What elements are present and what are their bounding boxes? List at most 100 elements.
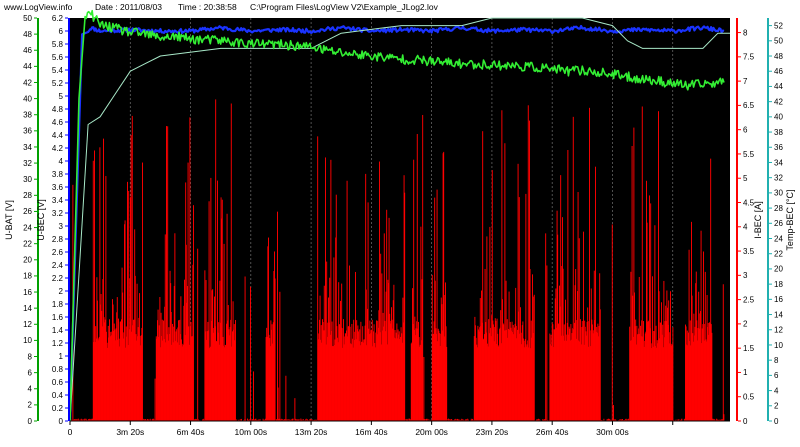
u-bat-tick-label: 46 (23, 46, 32, 55)
time-tick-label: 23m 20s (476, 427, 509, 437)
temp-bec-tick-label: 16 (774, 295, 783, 304)
i-bec-bar (235, 320, 236, 421)
u-bec-tick-label: 3.4 (52, 196, 64, 205)
u-bat-tick-label: 14 (23, 304, 32, 313)
u-bec-tick-label: 0.8 (52, 365, 64, 374)
i-bec-tick-label: 6.5 (743, 101, 755, 110)
u-bec-tick-label: 3 (59, 222, 64, 231)
i-bec-bar (546, 265, 547, 421)
temp-bec-tick-label: 32 (774, 173, 783, 182)
i-bec-tick-label: 7 (743, 77, 748, 86)
u-bec-tick-label: 5.6 (52, 53, 64, 62)
time-tick-label: 10m 00s (235, 427, 268, 437)
temp-bec-tick-label: 8 (774, 356, 779, 365)
temp-bec-tick-label: 52 (774, 21, 783, 30)
u-bat-tick-label: 4 (28, 385, 33, 394)
i-bec-bar (404, 193, 405, 421)
header-site: www.LogView.info (3, 2, 73, 12)
u-bat-tick-label: 20 (23, 256, 32, 265)
temp-bec-tick-label: 12 (774, 326, 783, 335)
u-bec-tick-label: 6.2 (52, 14, 64, 23)
i-bec-bar (142, 163, 143, 421)
i-bec-bar (613, 405, 614, 421)
u-bec-tick-label: 1.4 (52, 326, 64, 335)
temp-bec-tick-label: 22 (774, 250, 783, 259)
header-time: Time : 20:38:58 (178, 2, 237, 12)
u-bat-tick-label: 18 (23, 272, 32, 281)
i-bec-tick-label: 0.5 (743, 393, 755, 402)
u-bec-tick-label: 5.2 (52, 79, 64, 88)
temp-bec-tick-label: 20 (774, 265, 783, 274)
i-bec-bar (723, 414, 724, 421)
temp-bec-tick-label: 18 (774, 280, 783, 289)
i-bec-bar (275, 279, 276, 421)
i-bec-bar (711, 333, 712, 421)
i-bec-bar (285, 376, 286, 421)
temp-bec-tick-label: 14 (774, 310, 783, 319)
time-tick-label: 3m 20s (116, 427, 144, 437)
time-tick-label: 16m 40s (355, 427, 388, 437)
i-bec-tick-label: 1 (743, 368, 748, 377)
i-bec-bar (278, 388, 279, 421)
u-bat-tick-label: 36 (23, 127, 32, 136)
u-bec-tick-label: 4.2 (52, 144, 64, 153)
u-bec-tick-label: 5.8 (52, 40, 64, 49)
temp-bec-tick-label: 48 (774, 52, 783, 61)
u-bat-tick-label: 28 (23, 191, 32, 200)
temp-bec-tick-label: 0 (774, 417, 779, 426)
u-bec-tick-label: 1.2 (52, 339, 64, 348)
u-bec-tick-label: 4.4 (52, 131, 64, 140)
temp-bec-tick-label: 38 (774, 128, 783, 137)
u-bat-tick-label: 10 (23, 336, 32, 345)
i-bec-tick-label: 3 (743, 271, 748, 280)
temp-bec-tick-label: 50 (774, 37, 783, 46)
i-bec-bar (279, 292, 280, 421)
i-bec-tick-label: 8 (743, 28, 748, 37)
u-bec-tick-label: 4.6 (52, 118, 64, 127)
u-bat-tick-label: 38 (23, 111, 32, 120)
u-bec-tick-label: 5.4 (52, 66, 64, 75)
u-bec-tick-label: 2.2 (52, 274, 64, 283)
u-bec-tick-label: 2.6 (52, 248, 64, 257)
i-bec-bar (600, 309, 601, 421)
u-bat-tick-label: 22 (23, 239, 32, 248)
temp-bec-tick-label: 36 (774, 143, 783, 152)
i-bec-bar (423, 357, 424, 421)
u-bat-tick-label: 16 (23, 288, 32, 297)
u-bec-tick-label: 2 (59, 287, 64, 296)
temp-bec-tick-label: 44 (774, 82, 783, 91)
i-bec-tick-label: 6 (743, 125, 748, 134)
u-bec-tick-label: 2.8 (52, 235, 64, 244)
u-bec-tick-label: 0.6 (52, 378, 64, 387)
u-bat-tick-label: 40 (23, 94, 32, 103)
u-bat-tick-label: 8 (28, 352, 33, 361)
temp-bec-tick-label: 46 (774, 67, 783, 76)
time-tick-label: 6m 40s (177, 427, 205, 437)
i-bec-bar (245, 276, 246, 421)
u-bat-tick-label: 32 (23, 159, 32, 168)
temp-bec-tick-label: 6 (774, 371, 779, 380)
i-bec-bar (446, 347, 447, 421)
u-bec-tick-label: 1.6 (52, 313, 64, 322)
temp-bec-tick-label: 10 (774, 341, 783, 350)
u-bat-tick-label: 26 (23, 207, 32, 216)
time-tick-label: 0 (68, 427, 73, 437)
u-bat-tick-label: 50 (23, 14, 32, 23)
i-bec-tick-label: 5 (743, 174, 748, 183)
i-bec-tick-label: 2.5 (743, 295, 755, 304)
i-bec-bar (294, 398, 295, 421)
u-bec-tick-label: 4.8 (52, 105, 64, 114)
u-bec-tick-label: 3.6 (52, 183, 64, 192)
i-bec-bar (193, 205, 194, 421)
temp-bec-axis-title: Temp-BEC [°C] (785, 189, 795, 250)
u-bec-axis-title: U-BEC [V] (36, 199, 46, 241)
u-bat-tick-label: 2 (28, 401, 33, 410)
i-bec-bar (250, 287, 251, 421)
temp-bec-tick-label: 4 (774, 386, 779, 395)
temp-bec-tick-label: 30 (774, 189, 783, 198)
u-bec-tick-label: 2.4 (52, 261, 64, 270)
time-tick-label: 13m 20s (295, 427, 328, 437)
u-bat-tick-label: 34 (23, 143, 32, 152)
i-bec-tick-label: 3.5 (743, 247, 755, 256)
temp-bec-tick-label: 24 (774, 234, 783, 243)
